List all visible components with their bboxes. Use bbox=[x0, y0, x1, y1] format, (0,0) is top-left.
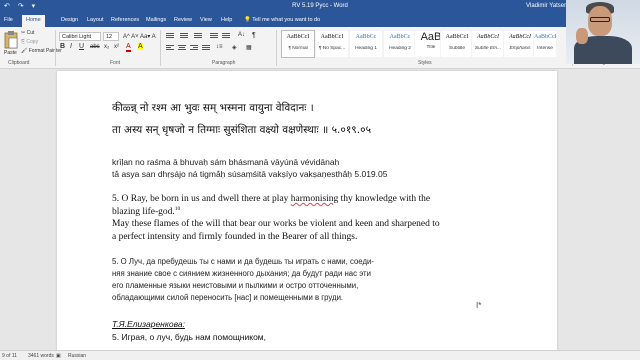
style-subtitle[interactable]: AaBbCcI Subtitle bbox=[440, 30, 474, 58]
align-right-icon[interactable] bbox=[190, 45, 198, 51]
tab-mailings[interactable]: Mailings bbox=[146, 17, 166, 23]
style-emphasis[interactable]: AaBbCcI Emphasis bbox=[503, 30, 537, 58]
footnote-ref[interactable]: 10 bbox=[175, 206, 181, 212]
line-spacing-icon[interactable]: ↕≡ bbox=[216, 44, 223, 50]
webcam-glasses bbox=[590, 17, 610, 22]
proofing-icon[interactable]: ▣ bbox=[56, 353, 61, 359]
bold-button[interactable]: B bbox=[60, 43, 65, 50]
tab-home[interactable]: Home bbox=[22, 15, 45, 27]
paragraph-group-label: Paragraph bbox=[212, 60, 236, 66]
title-bar: ↶ ↷ ▾ RV 5.19 Pycc - Word Vladimir Yatse… bbox=[0, 0, 640, 13]
bullets-icon[interactable] bbox=[166, 33, 174, 39]
justify-icon[interactable] bbox=[202, 45, 210, 51]
strikethrough-button[interactable]: abc bbox=[90, 44, 100, 50]
sanskrit-line-1[interactable]: कीळ्न्न् नो रश्म आ भुवः सम् भस्मना वायुन… bbox=[112, 101, 314, 115]
font-name-combo[interactable]: Calibri Light bbox=[59, 32, 101, 41]
cut-button[interactable]: ✂ Cut bbox=[21, 30, 34, 36]
webcam-hand bbox=[576, 28, 588, 44]
transliteration-line-2[interactable]: tā́ asya san dhṛṣájo ná tigmā́ḥ súsaṃśit… bbox=[112, 169, 387, 179]
ribbon-separator bbox=[160, 30, 161, 66]
status-bar: 9 of 11 3461 words ▣ Russian bbox=[0, 350, 640, 360]
ribbon-separator bbox=[55, 30, 56, 66]
borders-icon[interactable]: ▦ bbox=[246, 44, 252, 51]
russian-line-4[interactable]: обладающими силой переносить [нас] и пом… bbox=[112, 293, 343, 302]
paste-icon[interactable] bbox=[3, 30, 19, 50]
style-no-spacing[interactable]: AaBbCcI ¶ No Spac... bbox=[315, 30, 349, 58]
pilcrow-icon[interactable]: ¶ bbox=[252, 32, 256, 39]
brush-icon: 🖌 bbox=[21, 48, 29, 54]
styles-group-label: Styles bbox=[418, 60, 432, 66]
tell-me-text: Tell me what you want to do bbox=[252, 17, 321, 23]
style-normal[interactable]: AaBbCcI ¶ Normal bbox=[281, 30, 315, 58]
subscript-button[interactable]: x₂ bbox=[104, 44, 109, 50]
font-group-label: Font bbox=[110, 60, 121, 66]
tell-me-search[interactable]: 💡 Tell me what you want to do bbox=[244, 17, 320, 23]
word-count[interactable]: 3461 words bbox=[28, 353, 54, 359]
clipboard-group-label: Clipboard bbox=[8, 60, 30, 66]
english-line-2[interactable]: blazing life-god.10 bbox=[112, 206, 180, 217]
tab-view[interactable]: View bbox=[200, 17, 212, 23]
translator-heading[interactable]: Т.Я.Елизаренкова: bbox=[112, 319, 185, 329]
multilevel-list-icon[interactable] bbox=[194, 33, 202, 39]
russian-line-5[interactable]: 5. Играя, о луч, будь нам помощником, bbox=[112, 332, 266, 342]
spelling-error[interactable]: harmonising bbox=[291, 194, 339, 204]
tab-references[interactable]: References bbox=[111, 17, 139, 23]
style-heading-2[interactable]: AaBbCc Heading 2 bbox=[383, 30, 417, 58]
tab-help[interactable]: Help bbox=[221, 17, 232, 23]
style-subtle-emphasis[interactable]: AaBbCcI Subtle Em... bbox=[471, 30, 505, 58]
russian-line-3[interactable]: его пламенные языки неистовыми и пылкими… bbox=[112, 281, 358, 290]
presenter-webcam bbox=[566, 0, 640, 64]
highlight-button[interactable]: A bbox=[138, 43, 143, 50]
tab-review[interactable]: Review bbox=[174, 17, 192, 23]
english-line-3[interactable]: May these flames of the will that bear o… bbox=[112, 219, 440, 229]
increase-indent-icon[interactable] bbox=[222, 33, 230, 39]
tab-file[interactable]: File bbox=[4, 17, 13, 23]
font-color-button[interactable]: A bbox=[126, 43, 131, 52]
lightbulb-icon: 💡 bbox=[244, 17, 251, 23]
tab-design[interactable]: Design bbox=[61, 17, 78, 23]
decrease-indent-icon[interactable] bbox=[210, 33, 218, 39]
grow-font-icon[interactable]: A^ A˅ Aa▾ A bbox=[123, 33, 156, 40]
english-line-1[interactable]: 5. O Ray, be born in us and dwell there … bbox=[112, 194, 430, 204]
ribbon-separator bbox=[276, 30, 277, 66]
page-count[interactable]: 9 of 11 bbox=[2, 353, 17, 359]
style-intense[interactable]: AaBbCcI Intense bbox=[533, 30, 557, 58]
ribbon: Paste ✂ Cut ⎘ Copy 🖌 Format Painter Clip… bbox=[0, 27, 640, 69]
tab-layout[interactable]: Layout bbox=[87, 17, 104, 23]
copy-button[interactable]: ⎘ Copy bbox=[21, 39, 38, 45]
align-left-icon[interactable] bbox=[166, 45, 174, 51]
russian-line-2[interactable]: няя знание свое с сиянием жизненного дых… bbox=[112, 269, 371, 278]
underline-button[interactable]: U bbox=[79, 43, 84, 50]
numbering-icon[interactable] bbox=[180, 33, 188, 39]
paste-label[interactable]: Paste bbox=[4, 50, 17, 56]
russian-line-1[interactable]: 5. О Луч, да пребудешь ты с нами и да бу… bbox=[112, 257, 374, 266]
italic-button[interactable]: I bbox=[70, 43, 72, 50]
transliteration-line-1[interactable]: krīḷan no raśma ā bhuvaḥ sám bhásmanā vā… bbox=[112, 157, 339, 167]
style-heading-1[interactable]: AaBbCc Heading 1 bbox=[349, 30, 383, 58]
superscript-button[interactable]: x² bbox=[114, 44, 119, 50]
sort-icon[interactable]: A↓ bbox=[238, 32, 245, 38]
font-size-combo[interactable]: 12 bbox=[103, 32, 119, 41]
shading-icon[interactable]: ◈ bbox=[232, 44, 237, 51]
english-line-4[interactable]: a perfect intensity and firmly founded i… bbox=[112, 232, 357, 242]
ribbon-tabs: File Home Design Layout References Maili… bbox=[0, 13, 640, 27]
language-indicator[interactable]: Russian bbox=[68, 353, 86, 359]
ibeam-cursor-icon: I* bbox=[476, 301, 482, 310]
align-center-icon[interactable] bbox=[178, 45, 186, 51]
document-area[interactable]: कीळ्न्न् नो रश्म आ भुवः सम् भस्मना वायुन… bbox=[0, 69, 640, 350]
document-page[interactable]: कीळ्न्न् नो रश्म आ भुवः सम् भस्मना वायुन… bbox=[57, 71, 557, 350]
sanskrit-line-2[interactable]: ता अस्य सन् धृषजो न तिग्माः सुसंशिता वक्… bbox=[112, 123, 371, 137]
